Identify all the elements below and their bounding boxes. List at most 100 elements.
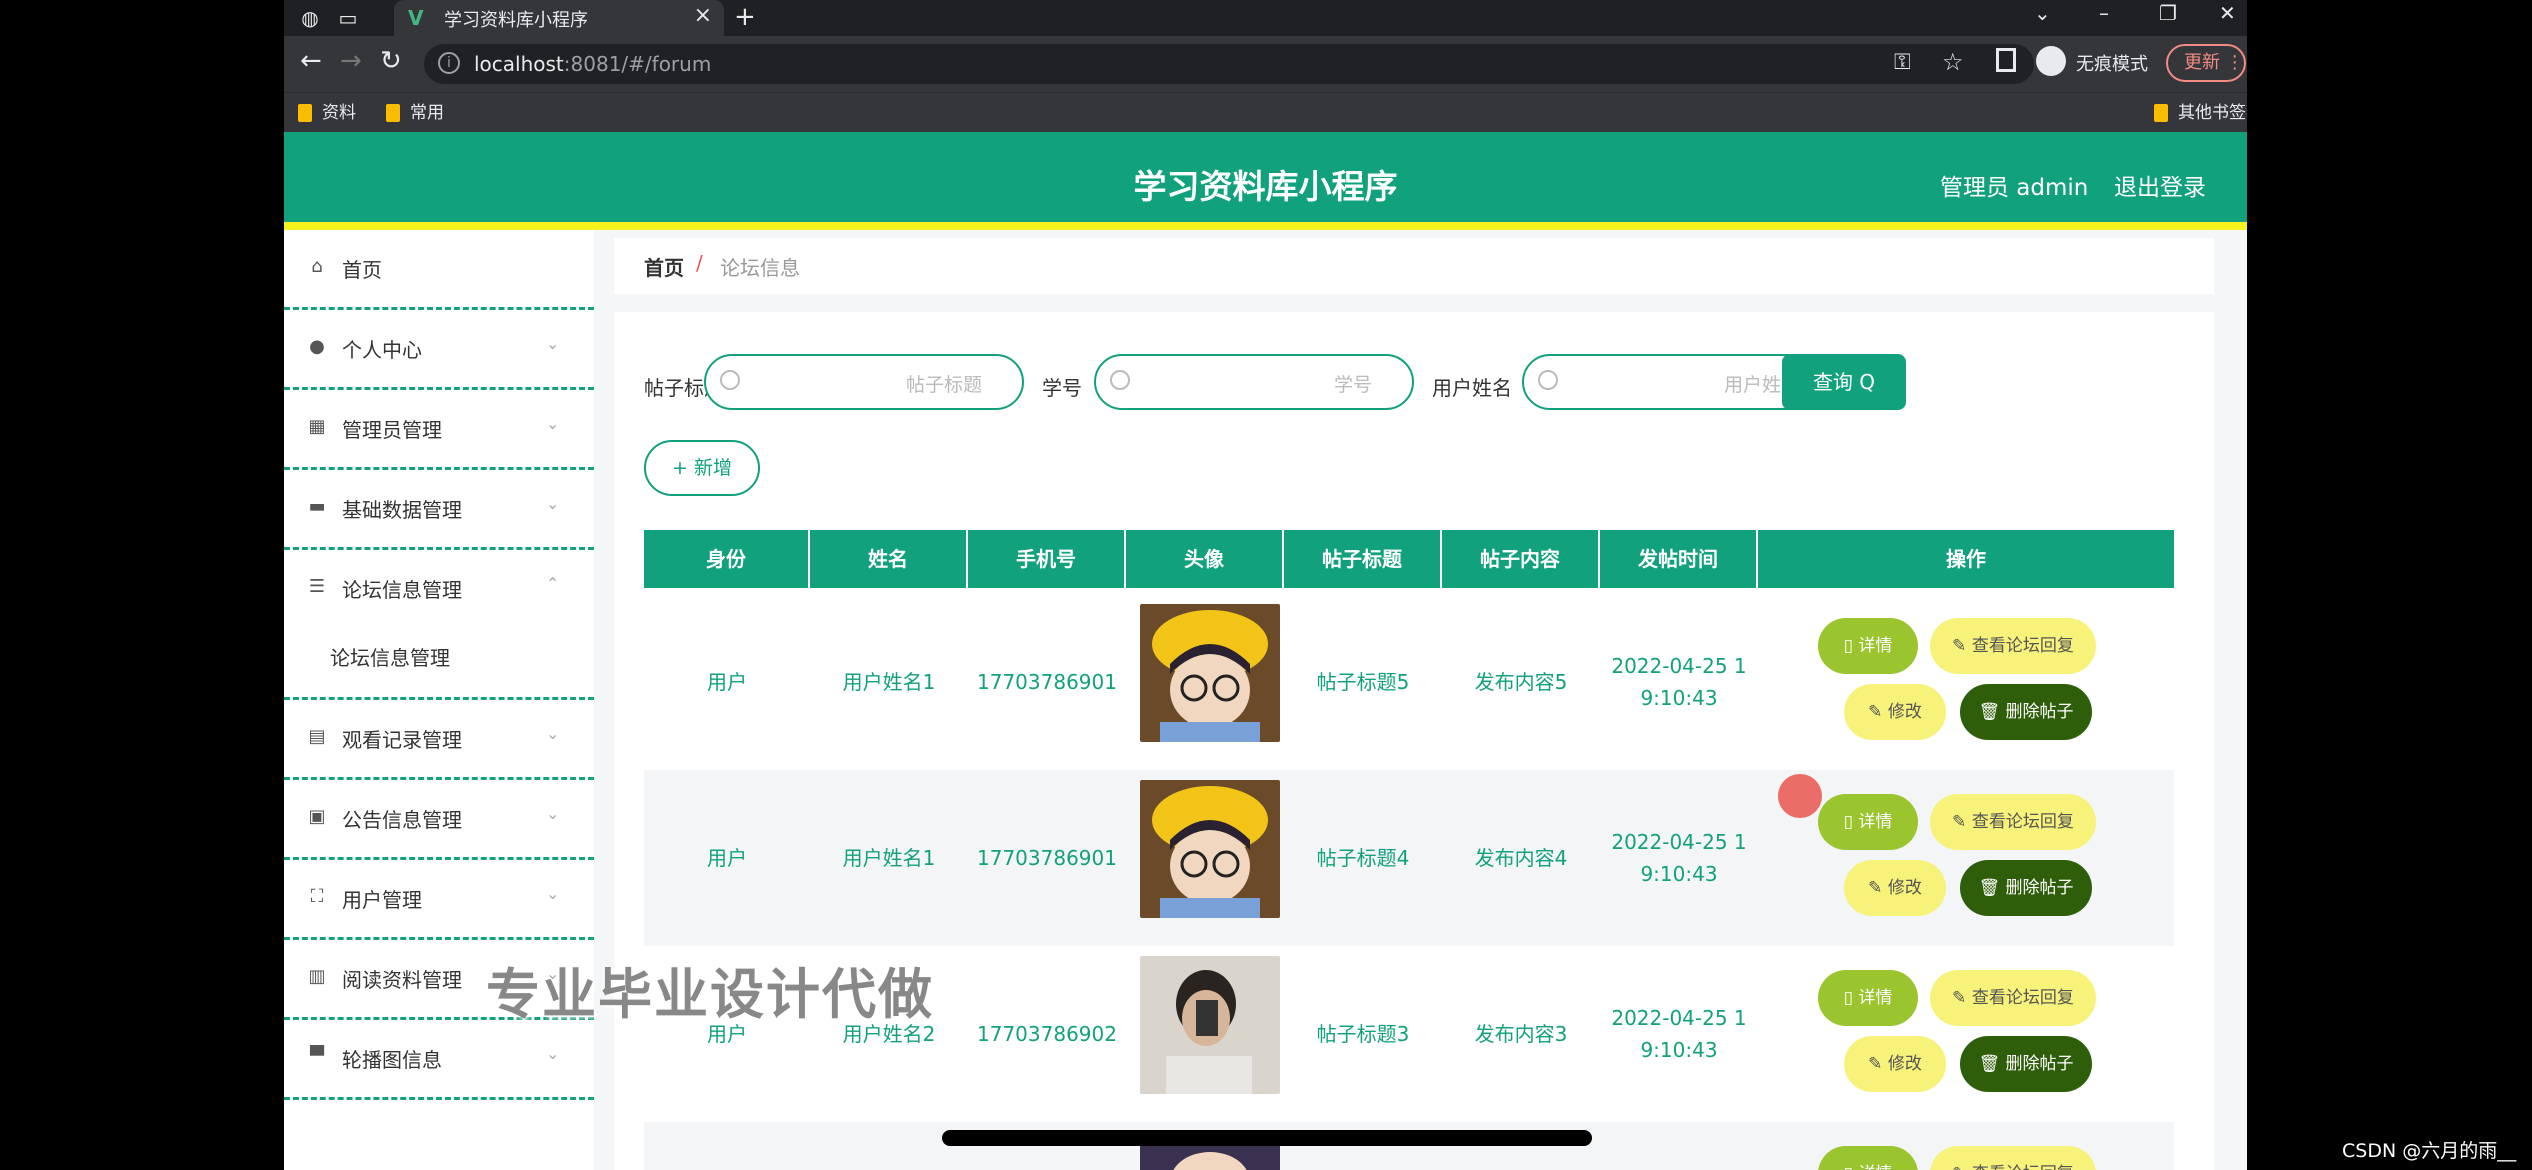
- other-bookmarks-label: 其他书签: [2178, 103, 2246, 123]
- delete-label: 删除帖子: [2005, 878, 2074, 898]
- info-icon[interactable]: i: [438, 52, 460, 74]
- delete-button[interactable]: 🗑 删除帖子: [1960, 860, 2092, 916]
- other-bookmarks[interactable]: 其他书签: [2154, 101, 2246, 125]
- sidebar-item-label: 个人中心: [342, 338, 422, 362]
- edit-label: 修改: [1887, 702, 1922, 722]
- detail-button[interactable]: ▯ 详情: [1818, 970, 1918, 1026]
- globe-icon[interactable]: ◍: [296, 4, 324, 32]
- clipboard-icon: ▣: [308, 806, 326, 827]
- view-replies-button[interactable]: ✎ 查看论坛回复: [1930, 618, 2096, 674]
- col-content: 帖子内容: [1442, 530, 1600, 588]
- sidebar-item-basic-data[interactable]: ▬ 基础数据管理 ⌄: [284, 470, 594, 550]
- close-window-icon[interactable]: ✕: [2219, 0, 2236, 26]
- cell-role: 用户: [707, 846, 747, 870]
- sidebar-item-notices[interactable]: ▣ 公告信息管理 ⌄: [284, 780, 594, 860]
- sidebar-item-carousel[interactable]: ▀ 轮播图信息 ⌄: [284, 1020, 594, 1100]
- chevron-down-icon: ⌄: [546, 334, 560, 353]
- side-panel-icon[interactable]: [1996, 48, 2016, 72]
- table-header: 身份 姓名 手机号 头像 帖子标题 帖子内容 发帖时间 操作: [644, 530, 2174, 588]
- edit-button[interactable]: ✎ 修改: [1844, 860, 1946, 916]
- chevron-down-icon: ⌄: [546, 494, 560, 513]
- star-icon[interactable]: ☆: [1942, 48, 1964, 76]
- cell-content: 发布内容5: [1474, 670, 1568, 694]
- key-icon[interactable]: ⚿: [1894, 50, 1911, 75]
- bookmark-folder[interactable]: 资料: [298, 101, 356, 125]
- view-replies-button[interactable]: ✎ 查看论坛回复: [1930, 794, 2096, 850]
- table-row: 用户 用户姓名1 17703786901 帖子标题4 发布内容4 2022-04…: [644, 770, 2174, 946]
- sidebar-item-admins[interactable]: ▦ 管理员管理 ⌄: [284, 390, 594, 470]
- sidebar-item-label: 论坛信息管理: [342, 578, 462, 602]
- search-icon: [720, 370, 740, 390]
- edit-button[interactable]: ✎ 修改: [1844, 1036, 1946, 1092]
- view-replies-button[interactable]: ✎ 查看论坛回复: [1930, 970, 2096, 1026]
- sidebar-subitem-forum[interactable]: 论坛信息管理: [330, 642, 450, 671]
- close-tab-icon[interactable]: ×: [694, 3, 712, 28]
- bookmark-label: 常用: [410, 103, 444, 123]
- url-path: :8081/#/forum: [563, 52, 712, 76]
- incognito-icon: [2036, 46, 2066, 76]
- col-role: 身份: [644, 530, 810, 588]
- view-replies-button[interactable]: ✎ 查看论坛回复: [1930, 1146, 2096, 1170]
- title-search-input[interactable]: 帖子标题: [704, 354, 1024, 410]
- cell-title: 帖子标题4: [1316, 846, 1410, 870]
- breadcrumb-current: 论坛信息: [720, 256, 800, 280]
- click-indicator: [1778, 774, 1822, 818]
- restore-icon[interactable]: ❐: [2159, 0, 2177, 26]
- cell-role: 用户: [707, 670, 747, 694]
- address-bar[interactable]: i localhost:8081/#/forum: [424, 44, 2034, 84]
- detail-button[interactable]: ▯ 详情: [1818, 794, 1918, 850]
- minimize-icon[interactable]: –: [2099, 0, 2109, 26]
- sidebar-item-profile[interactable]: ● 个人中心 ⌄: [284, 310, 594, 390]
- monitor-icon: ▀: [310, 1046, 324, 1067]
- new-tab-icon[interactable]: +: [734, 0, 756, 34]
- sidebar-item-home[interactable]: ⌂ 首页: [284, 230, 594, 310]
- placeholder: 学号: [1333, 374, 1372, 396]
- update-button[interactable]: 更新 ⋮: [2166, 44, 2246, 82]
- watermark-text: 专业毕业设计代做: [486, 963, 934, 1026]
- active-tab[interactable]: V 学习资料库小程序 ×: [394, 0, 724, 36]
- chat-icon: ▬: [308, 496, 326, 517]
- col-name: 姓名: [810, 530, 968, 588]
- folder-icon: [386, 104, 400, 122]
- cell-name: 用户姓名1: [842, 846, 936, 870]
- sidebar-item-watch-records[interactable]: ▤ 观看记录管理 ⌄: [284, 700, 594, 780]
- edit-button[interactable]: ✎ 修改: [1844, 684, 1946, 740]
- logout-link[interactable]: 退出登录: [2114, 168, 2206, 202]
- query-button[interactable]: 查询 Q: [1782, 354, 1906, 410]
- reload-icon[interactable]: ↻: [380, 46, 402, 76]
- toolbar: ← → ↻ i localhost:8081/#/forum ⚿ ☆ 无痕模式 …: [284, 36, 2247, 92]
- add-button[interactable]: + 新增: [644, 440, 760, 496]
- chevron-down-icon[interactable]: ⌄: [2034, 0, 2051, 26]
- sidebar: ⌂ 首页 ● 个人中心 ⌄ ▦ 管理员管理 ⌄ ▬ 基础数据管理 ⌄ ☰ 论坛信息管理 ⌃ 论坛信…: [284, 230, 594, 1170]
- sidebar-item-forum[interactable]: ☰ 论坛信息管理 ⌃ 论坛信息管理: [284, 550, 594, 700]
- view-replies-label: 查看论坛回复: [1971, 988, 2074, 1008]
- user-icon: ●: [309, 336, 325, 357]
- detail-button[interactable]: ▯ 详情: [1818, 1146, 1918, 1170]
- breadcrumb-home[interactable]: 首页: [644, 252, 684, 281]
- search-icon: [1110, 370, 1130, 390]
- time-clock: 9:10:43: [1640, 862, 1718, 886]
- col-time: 发帖时间: [1600, 530, 1758, 588]
- time-clock: 9:10:43: [1640, 686, 1718, 710]
- detail-button[interactable]: ▯ 详情: [1818, 618, 1918, 674]
- delete-button[interactable]: 🗑 删除帖子: [1960, 1036, 2092, 1092]
- bookmark-folder[interactable]: 常用: [386, 101, 444, 125]
- time-date: 2022-04-25 1: [1611, 830, 1747, 854]
- placeholder: 帖子标题: [905, 374, 982, 396]
- delete-button[interactable]: 🗑 删除帖子: [1960, 684, 2092, 740]
- url-text[interactable]: localhost:8081/#/forum: [474, 52, 711, 76]
- detail-label: 详情: [1858, 1164, 1892, 1170]
- sidebar-item-users[interactable]: ⛶ 用户管理 ⌄: [284, 860, 594, 940]
- breadcrumb-separator: /: [696, 251, 703, 275]
- forward-icon[interactable]: →: [340, 46, 362, 76]
- folder-icon: [298, 104, 312, 122]
- chevron-down-icon: ⌄: [546, 804, 560, 823]
- document-icon: ▥: [308, 966, 326, 987]
- cell-name: 用户姓名1: [842, 670, 936, 694]
- cell-phone: 17703786901: [977, 670, 1117, 694]
- cell-phone: 17703786901: [977, 846, 1117, 870]
- id-search-input[interactable]: 学号: [1094, 354, 1414, 410]
- chevron-down-icon: ⌄: [546, 724, 560, 743]
- back-icon[interactable]: ←: [300, 46, 322, 76]
- tab-list-icon[interactable]: ▭: [334, 4, 362, 32]
